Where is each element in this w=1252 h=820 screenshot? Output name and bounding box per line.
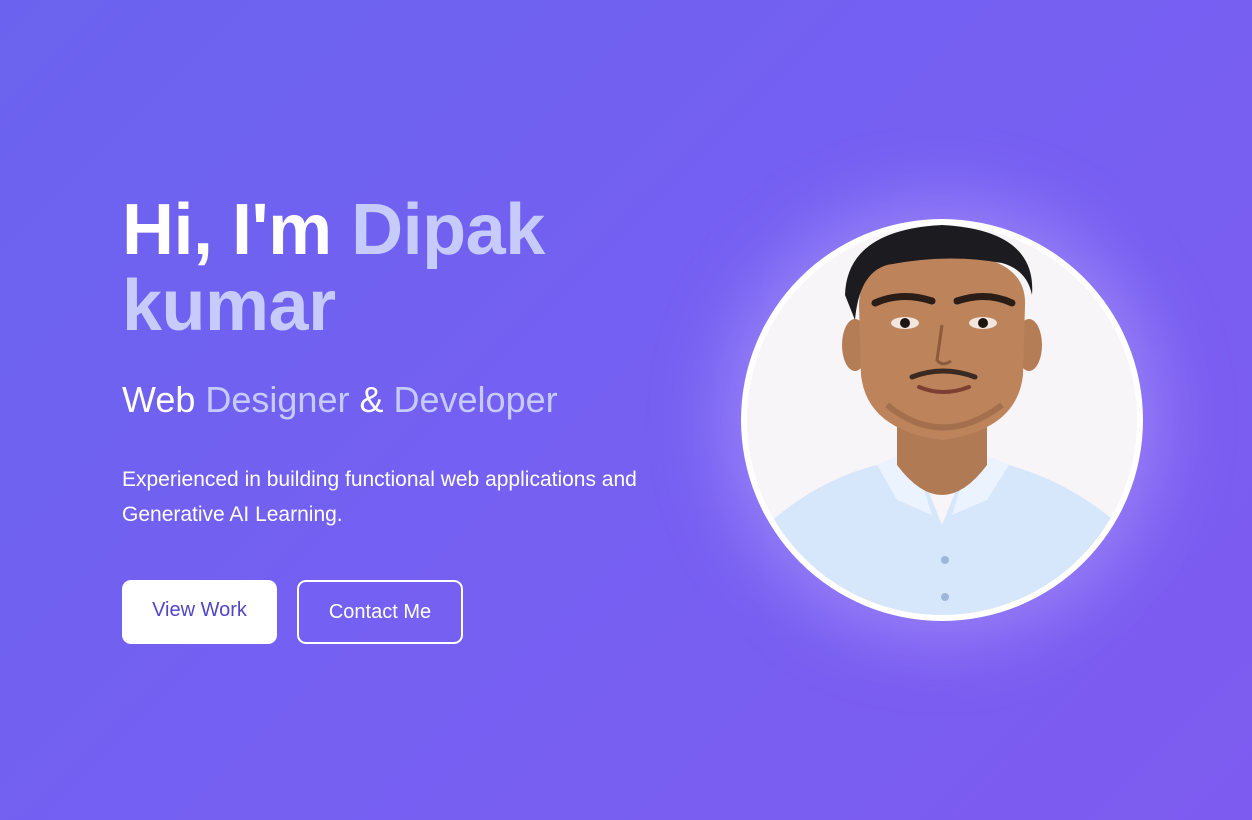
role-word-web: Web — [122, 379, 196, 420]
role-word-designer: Designer — [205, 379, 350, 420]
hero-actions: View Work Contact Me — [122, 580, 463, 644]
greeting-text: Hi, I'm — [122, 190, 332, 270]
role-word-developer: Developer — [393, 379, 558, 420]
contact-me-button[interactable]: Contact Me — [297, 580, 463, 644]
profile-photo-illustration — [747, 225, 1137, 615]
headline: Hi, I'm Dipak kumar — [122, 192, 682, 344]
view-work-button[interactable]: View Work — [122, 580, 277, 644]
role-ampersand: & — [359, 379, 384, 420]
profile-photo-frame — [741, 219, 1143, 621]
role-title: Web Designer & Developer — [122, 378, 682, 422]
hero-description: Experienced in building functional web a… — [122, 468, 637, 526]
profile-photo — [747, 225, 1137, 615]
intro-block: Hi, I'm Dipak kumar Web Designer & Devel… — [122, 192, 682, 532]
hero-section: Hi, I'm Dipak kumar Web Designer & Devel… — [0, 0, 1252, 820]
